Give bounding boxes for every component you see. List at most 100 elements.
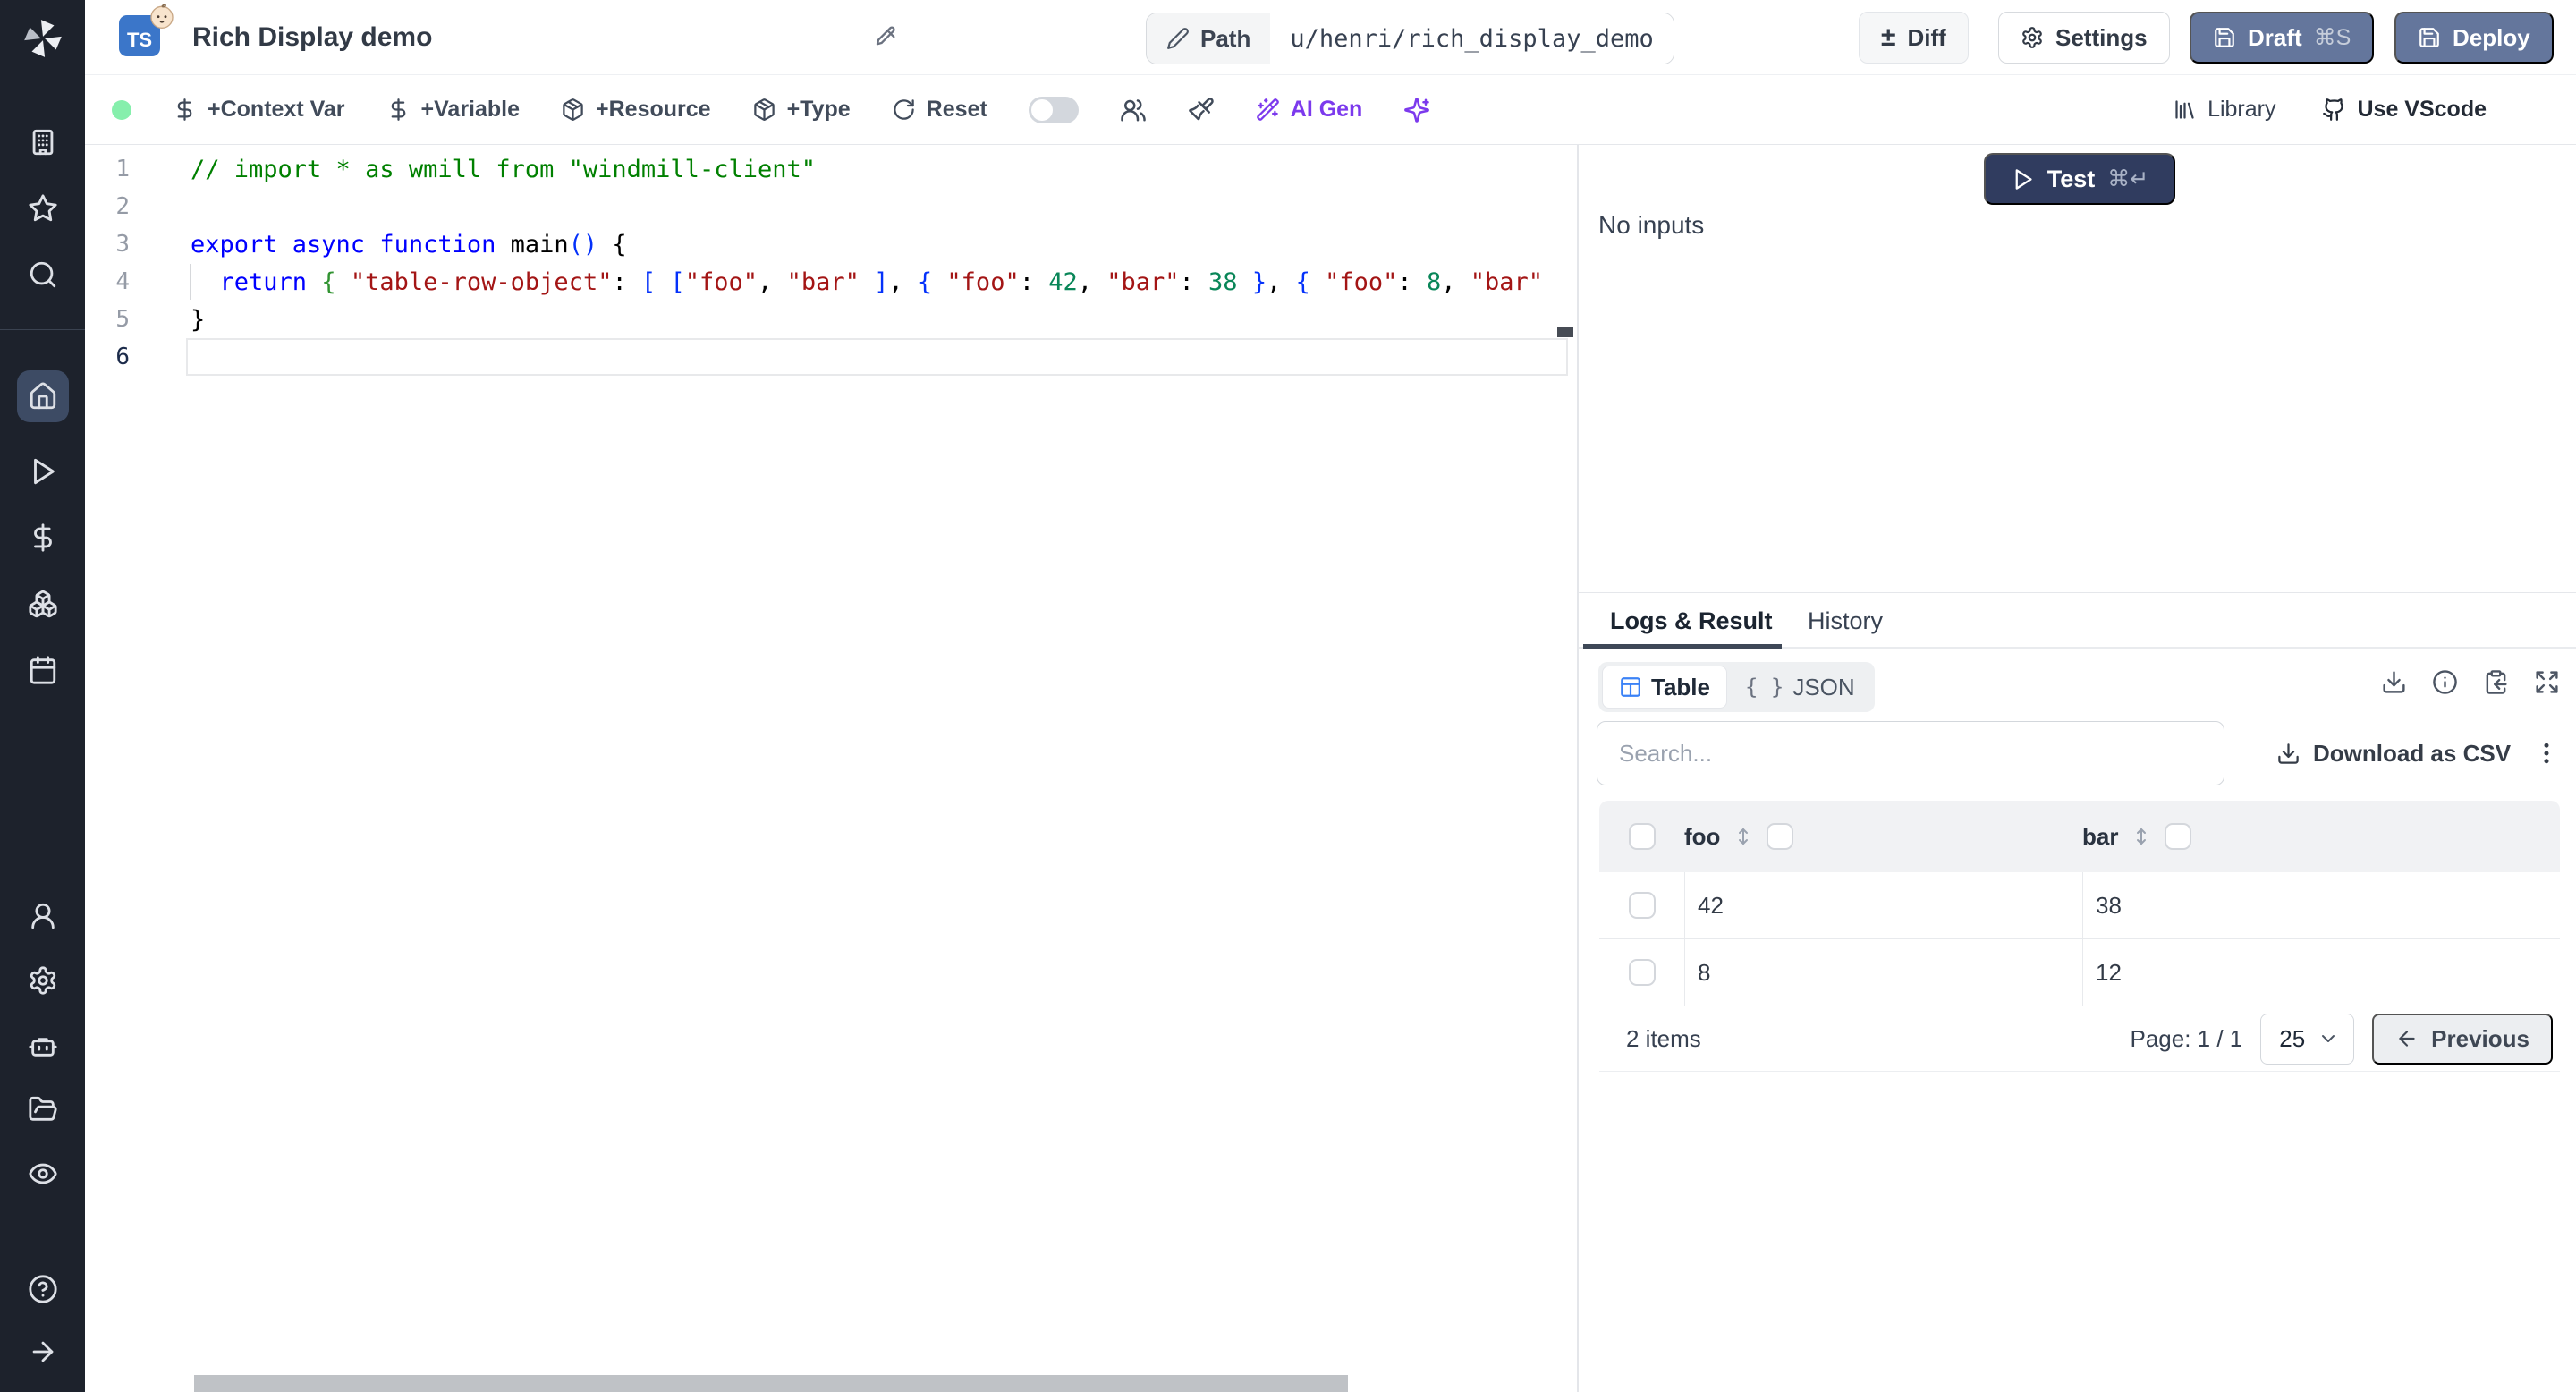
bot-icon [28, 1030, 58, 1060]
code-text: export async function main() { [183, 231, 627, 259]
line-number: 2 [85, 193, 183, 220]
tab-logs-and-result[interactable]: Logs & Result [1610, 593, 1773, 649]
toolbar-item-contextvar[interactable]: +Context Var [173, 97, 345, 123]
kebab-menu-icon[interactable] [2533, 738, 2560, 768]
code-token: ] [874, 268, 888, 296]
panel-splitter[interactable] [1577, 145, 1579, 1392]
table-header-cell[interactable]: foo [1684, 801, 2082, 872]
building-icon [28, 127, 58, 157]
code-line[interactable]: 4 return { "table-row-object": [ ["foo",… [85, 263, 1577, 301]
users-icon[interactable] [1120, 97, 1147, 123]
sidebar-item-settings[interactable] [17, 963, 69, 997]
table-header-row: foobar [1599, 801, 2560, 872]
expand-icon[interactable] [2534, 669, 2560, 695]
view-json-button[interactable]: { } JSON [1729, 666, 1871, 709]
settings-button[interactable]: Settings [1998, 12, 2170, 64]
path-widget[interactable]: Path u/henri/rich_display_demo [1146, 13, 1674, 64]
sidebar-item-building[interactable] [17, 125, 69, 159]
tab-history[interactable]: History [1808, 593, 1883, 649]
search-input[interactable] [1597, 721, 2224, 785]
user-icon [28, 901, 58, 931]
sort-icon[interactable] [1733, 826, 1754, 847]
toolbar-item-type[interactable]: +Type [752, 97, 851, 123]
row-checkbox[interactable] [1629, 892, 1656, 919]
sparkles-icon[interactable] [1403, 97, 1430, 123]
code-line[interactable]: 3export async function main() { [85, 225, 1577, 263]
column-checkbox[interactable] [1767, 823, 1793, 850]
sidebar-item-eye[interactable] [17, 1157, 69, 1191]
row-checkbox[interactable] [1629, 959, 1656, 986]
windmill-logo-icon[interactable] [21, 16, 65, 61]
ai-gen-button[interactable]: AI Gen [1256, 97, 1363, 123]
deploy-button[interactable]: Deploy [2394, 12, 2554, 64]
sidebar-item-user[interactable] [17, 899, 69, 933]
download-as-csv-button[interactable]: Download as CSV [2276, 740, 2511, 768]
plus-minus-icon: ± [1881, 24, 1895, 51]
sidebar-item-calendar[interactable] [17, 653, 69, 687]
toolbar-item-label: Reset [927, 97, 987, 123]
toolbar-item-label: +Type [787, 97, 851, 123]
code-token: export async function [191, 231, 511, 259]
page-title: Rich Display demo [192, 0, 432, 75]
code-line[interactable]: 5} [85, 301, 1577, 338]
result-tabs: Logs & Result History [1579, 593, 2576, 649]
sidebar-item-help[interactable] [17, 1272, 69, 1306]
sidebar-item-home[interactable] [17, 370, 69, 422]
sidebar-item-dollar[interactable] [17, 521, 69, 555]
table-cell: 8 [1684, 939, 2082, 1006]
code-token [191, 268, 220, 296]
editor-horizontal-scrollbar[interactable] [194, 1375, 1348, 1392]
multiplayer-toggle[interactable] [1029, 97, 1079, 123]
copy-to-clipboard-icon[interactable] [2483, 669, 2509, 695]
code-editor[interactable]: 1// import * as wmill from "windmill-cli… [85, 145, 1577, 1392]
code-token: return [220, 268, 308, 296]
code-text: } [183, 306, 205, 334]
sidebar-item-search[interactable] [17, 258, 69, 292]
code-token: , [1078, 268, 1107, 296]
edit-title-pencil-icon[interactable] [872, 23, 899, 50]
sidebar-item-star[interactable] [17, 191, 69, 225]
sidebar-item-folder-open[interactable] [17, 1092, 69, 1126]
table-header-cell[interactable]: bar [2082, 801, 2560, 872]
test-button[interactable]: Test ⌘↵ [1984, 153, 2175, 205]
library-button[interactable]: Library [2173, 97, 2275, 123]
format-paintbrush-icon[interactable] [1188, 97, 1215, 123]
code-token: // import * as wmill from "windmill-clie… [191, 156, 816, 183]
editor-overview-marker [1557, 327, 1573, 337]
code-token [336, 268, 351, 296]
sort-icon[interactable] [2131, 826, 2152, 847]
save-icon [2213, 26, 2236, 49]
toolbar-item-reset[interactable]: Reset [892, 97, 987, 123]
code-line[interactable]: 1// import * as wmill from "windmill-cli… [85, 150, 1577, 188]
download-icon[interactable] [2381, 669, 2407, 695]
code-token: "bar" [1470, 268, 1543, 296]
previous-page-button[interactable]: Previous [2372, 1014, 2553, 1065]
save-draft-button[interactable]: Draft ⌘S [2190, 12, 2374, 64]
baby-emoji-icon [148, 2, 176, 30]
dollar-icon [386, 98, 411, 122]
code-token [1310, 268, 1325, 296]
view-table-button[interactable]: Table [1602, 666, 1727, 709]
code-line[interactable]: 2 [85, 188, 1577, 225]
diff-button[interactable]: ± Diff [1859, 12, 1969, 64]
top-bar: TS Rich Display demo Path u/henri/rich_d… [85, 0, 2576, 75]
use-vscode-button[interactable]: Use VScode [2322, 97, 2487, 123]
toolbar-item-variable[interactable]: +Variable [386, 97, 521, 123]
info-icon[interactable] [2432, 669, 2458, 695]
sidebar-item-boxes[interactable] [17, 587, 69, 621]
page-info: Page: 1 / 1 [2130, 1025, 2242, 1053]
sidebar-item-play[interactable] [17, 454, 69, 488]
column-checkbox[interactable] [2165, 823, 2191, 850]
page-size-select[interactable]: 25 [2260, 1014, 2354, 1065]
sidebar-item-bot[interactable] [17, 1028, 69, 1062]
home-icon [28, 381, 58, 412]
select-all-checkbox[interactable] [1629, 823, 1656, 850]
play-icon [28, 456, 58, 487]
code-token: [ [ [641, 268, 685, 296]
toolbar-item-resource[interactable]: +Resource [561, 97, 711, 123]
sidebar-item-arrow-right[interactable] [17, 1335, 69, 1369]
line-number: 6 [85, 344, 183, 370]
test-shortcut: ⌘↵ [2107, 166, 2148, 192]
star-icon [28, 193, 58, 224]
result-view-toggle: Table { } JSON [1598, 662, 1875, 712]
